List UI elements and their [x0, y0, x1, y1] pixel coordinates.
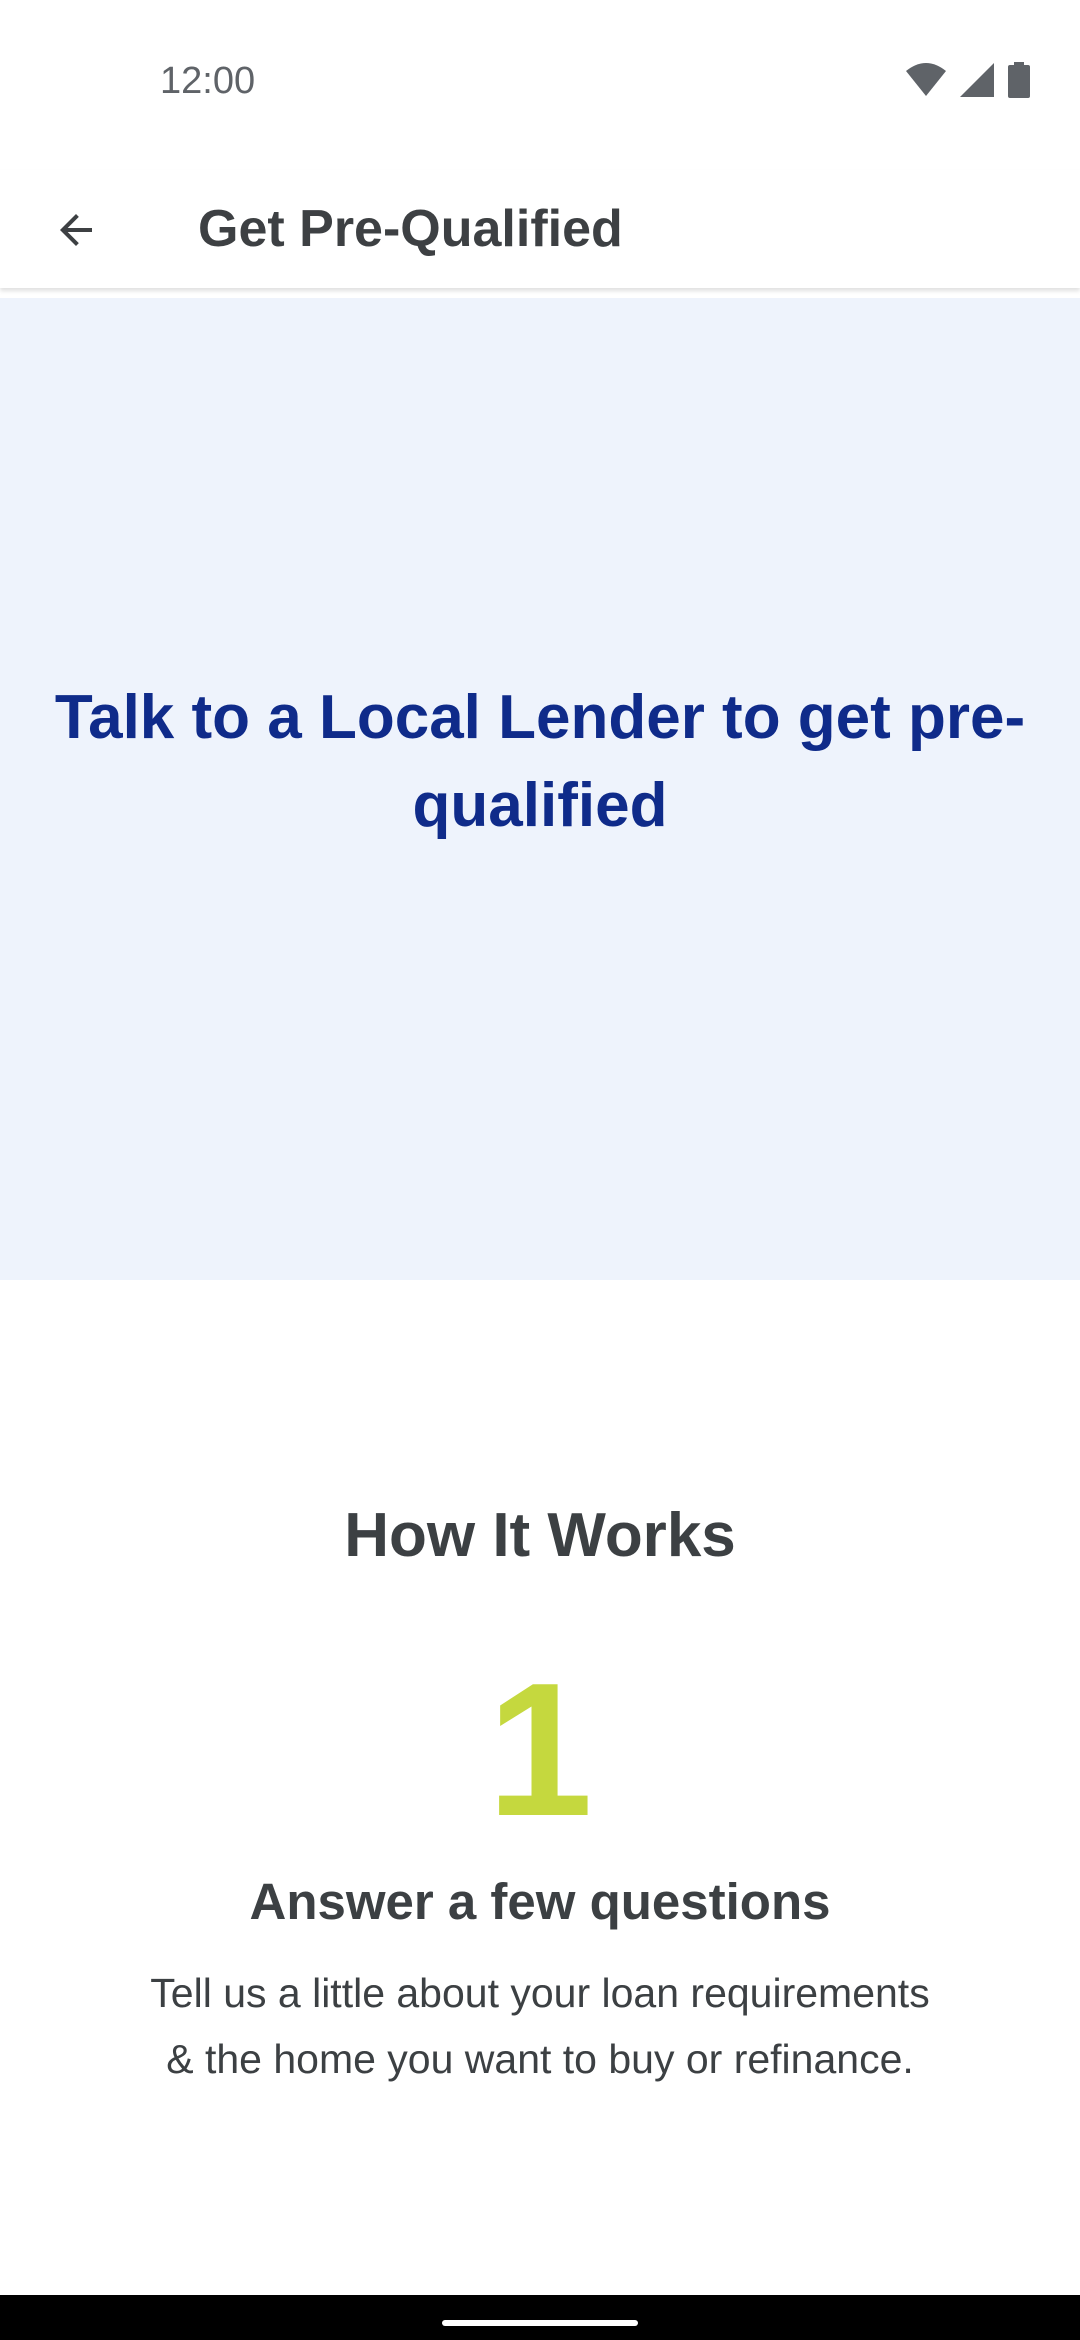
how-it-works-title: How It Works — [344, 1501, 736, 1570]
status-bar: 12:00 — [0, 0, 1080, 170]
hero-title: Talk to a Local Lender to get pre-qualif… — [54, 683, 1026, 840]
home-gesture-handle[interactable] — [442, 2320, 638, 2326]
battery-icon — [1008, 62, 1030, 98]
arrow-back-icon — [60, 214, 92, 246]
hero-banner: Talk to a Local Lender to get pre-qualif… — [0, 298, 1080, 1280]
step-description: Tell us a little about your loan require… — [150, 1970, 930, 2082]
page-title: Get Pre-Qualified — [198, 200, 623, 258]
system-nav-bar — [0, 2295, 1080, 2340]
step-number: 1 — [487, 1644, 593, 1856]
step-title: Answer a few questions — [249, 1873, 831, 1930]
back-button[interactable] — [38, 192, 114, 268]
status-time: 12:00 — [160, 60, 256, 102]
app-bar: Get Pre-Qualified — [0, 170, 1080, 288]
wifi-icon — [906, 63, 946, 96]
status-icons — [906, 62, 1030, 98]
signal-icon — [960, 63, 994, 97]
